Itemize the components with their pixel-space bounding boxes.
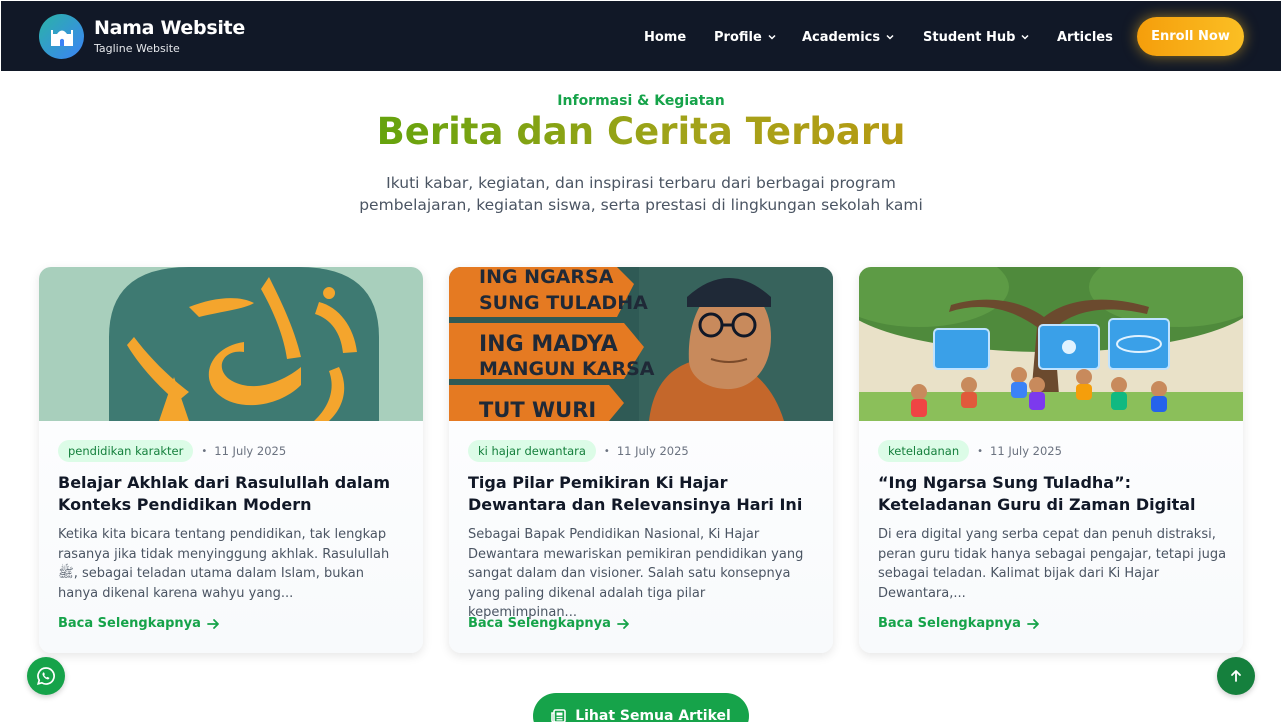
article-excerpt: Di era digital yang serba cepat dan penu… <box>878 527 1227 601</box>
article-title[interactable]: Tiga Pilar Pemikiran Ki Hajar Dewantara … <box>468 472 818 516</box>
chevron-down-icon <box>1021 34 1029 40</box>
article-excerpt: Sebagai Bapak Pendidikan Nasional, Ki Ha… <box>468 527 804 620</box>
section-eyebrow: Informasi & Kegiatan <box>557 93 725 109</box>
section-title-text: Berita dan Cerita Terbaru <box>376 110 906 153</box>
brand[interactable]: Nama Website Tagline Website <box>39 14 245 59</box>
article-image[interactable] <box>859 267 1243 421</box>
nav-academics[interactable]: Academics <box>802 28 895 46</box>
nav-articles-label: Articles <box>1057 29 1113 45</box>
article-excerpt: Ketika kita bicara tentang pendidikan, t… <box>58 527 390 601</box>
meta-dot: • <box>977 445 984 457</box>
read-more-link[interactable]: Baca Selengkapnya <box>58 616 220 631</box>
read-more-link[interactable]: Baca Selengkapnya <box>878 616 1040 631</box>
image-text-line: TUT WURI <box>479 398 596 421</box>
article-title[interactable]: Belajar Akhlak dari Rasulullah dalam Kon… <box>58 472 408 516</box>
image-text-line: ING NGARSA <box>479 267 614 288</box>
article-title[interactable]: “Ing Ngarsa Sung Tuladha”: Keteladanan G… <box>878 472 1228 516</box>
nav-student-hub[interactable]: Student Hub <box>923 28 1030 46</box>
brand-tagline: Tagline Website <box>94 41 180 55</box>
meta-dot: • <box>603 445 610 457</box>
nav-articles[interactable]: Articles <box>1057 28 1113 46</box>
read-more-label: Baca Selengkapnya <box>878 616 1021 631</box>
read-more-label: Baca Selengkapnya <box>58 616 201 631</box>
article-date: 11 July 2025 <box>616 444 689 458</box>
navbar: Nama Website Tagline Website Home Profil… <box>1 1 1281 71</box>
whatsapp-button[interactable] <box>27 657 65 695</box>
arrow-right-icon <box>1027 618 1039 629</box>
nav-home-label: Home <box>644 29 687 45</box>
image-text-line: ING MADYA <box>479 332 618 357</box>
image-text-line: MANGUN KARSA <box>479 358 655 380</box>
arrow-up-icon <box>1231 670 1241 682</box>
all-articles-label: Lihat Semua Artikel <box>575 708 731 722</box>
all-articles-button[interactable]: Lihat Semua Artikel <box>533 693 749 722</box>
enroll-now-button[interactable]: Enroll Now <box>1137 17 1244 56</box>
article-image[interactable] <box>39 267 423 421</box>
article-image[interactable]: ING NGARSA SUNG TULADHA ING MADYA MANGUN… <box>449 267 833 421</box>
arrow-right-icon <box>207 618 219 629</box>
arrow-right-icon <box>617 618 629 629</box>
back-to-top-button[interactable] <box>1217 657 1255 695</box>
chevron-down-icon <box>768 34 776 40</box>
article-card[interactable]: ING NGARSA SUNG TULADHA ING MADYA MANGUN… <box>449 267 833 653</box>
section-subtitle: Ikuti kabar, kegiatan, dan inspirasi ter… <box>359 174 923 214</box>
article-card[interactable]: pendidikan karakter • 11 July 2025 Belaj… <box>39 267 423 653</box>
read-more-label: Baca Selengkapnya <box>468 616 611 631</box>
nav-home[interactable]: Home <box>644 28 686 46</box>
article-card[interactable]: keteladanan • 11 July 2025 “Ing Ngarsa S… <box>859 267 1243 653</box>
article-tag[interactable]: keteladanan <box>878 440 970 462</box>
nav-profile[interactable]: Profile <box>714 28 777 46</box>
chevron-down-icon <box>886 34 894 40</box>
article-tag[interactable]: pendidikan karakter <box>58 440 194 462</box>
whatsapp-icon <box>36 667 55 686</box>
nav-student-hub-label: Student Hub <box>923 29 1016 45</box>
image-text-line: SUNG TULADHA <box>479 292 648 314</box>
article-date: 11 July 2025 <box>990 444 1062 458</box>
article-date: 11 July 2025 <box>214 444 287 458</box>
mosque-icon <box>39 14 84 59</box>
newspaper-icon <box>551 709 566 722</box>
nav-profile-label: Profile <box>714 29 762 45</box>
read-more-link[interactable]: Baca Selengkapnya <box>468 616 630 631</box>
nav-academics-label: Academics <box>802 29 881 45</box>
article-tag[interactable]: ki hajar dewantara <box>468 440 596 462</box>
brand-name: Nama Website <box>94 16 245 39</box>
section-title: Berita dan Cerita Terbaru <box>0 108 1282 156</box>
meta-dot: • <box>201 445 208 457</box>
